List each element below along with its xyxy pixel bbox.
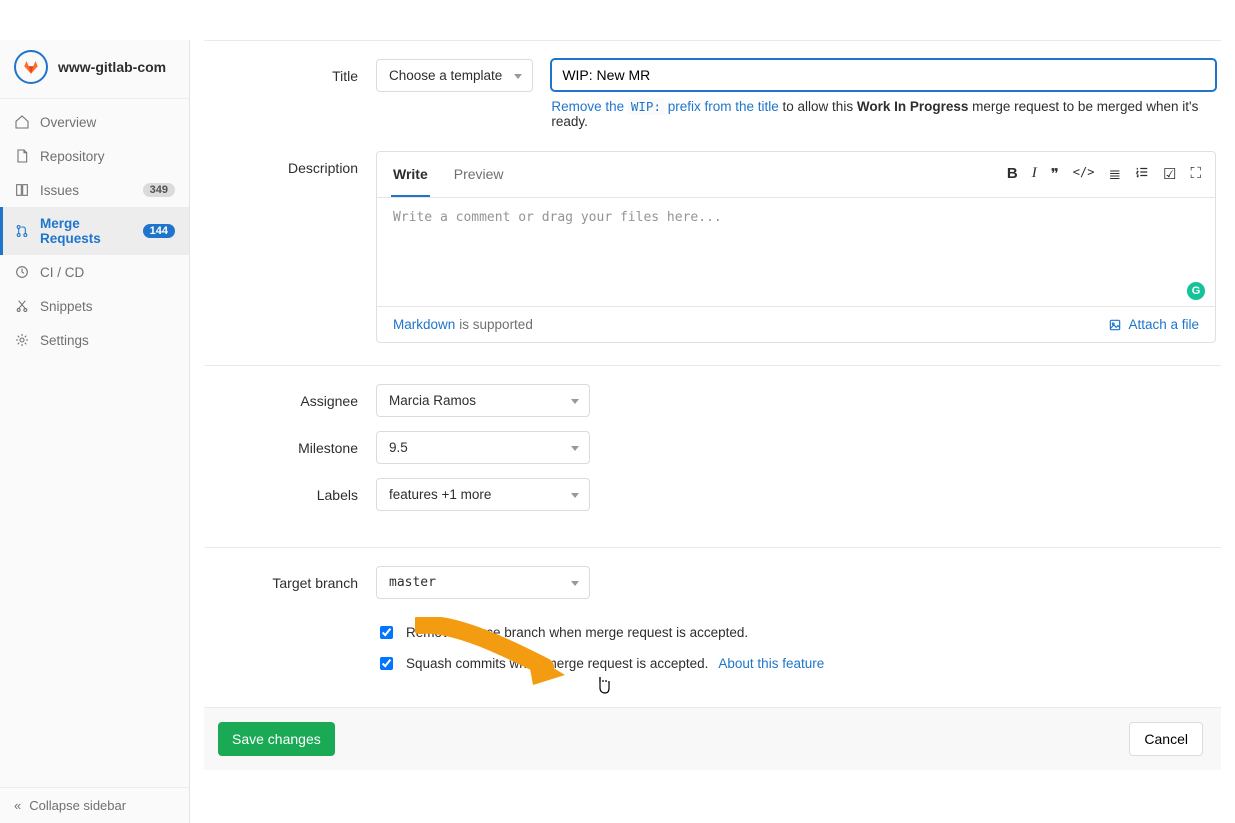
nav-list: Overview Repository Issues 349 Merge Req… [0,99,189,787]
remove-source-branch-label: Remove source branch when merge request … [406,625,748,640]
save-button[interactable]: Save changes [218,722,335,756]
target-branch-select[interactable]: master [376,566,590,599]
editor-toolbar: B I ❞ </> ≣ ☑ ⛶ [1007,165,1201,184]
description-textarea[interactable]: Write a comment or drag your files here.… [377,198,1215,306]
markdown-link[interactable]: Markdown [393,317,455,332]
collapse-sidebar-button[interactable]: « Collapse sidebar [0,787,189,823]
number-list-icon[interactable] [1135,165,1149,184]
nav-label: CI / CD [40,265,175,280]
squash-commits-checkbox[interactable] [380,657,393,670]
sidebar-item-overview[interactable]: Overview [0,105,189,139]
quote-icon[interactable]: ❞ [1051,165,1059,184]
labels-select[interactable]: features +1 more [376,478,590,511]
sidebar-item-merge-requests[interactable]: Merge Requests 144 [0,207,189,255]
snippets-icon [14,298,30,314]
assignee-select[interactable]: Marcia Ramos [376,384,590,417]
template-select[interactable]: Choose a template [376,59,533,92]
merge-request-icon [14,223,30,239]
nav-label: Overview [40,115,175,130]
attach-file-button[interactable]: Attach a file [1108,317,1199,332]
nav-badge: 349 [143,183,175,197]
code-icon[interactable]: </> [1073,165,1095,184]
project-name: www-gitlab-com [58,59,166,75]
wip-hint: Remove the WIP: prefix from the title to… [551,99,1216,129]
sidebar-item-repository[interactable]: Repository [0,139,189,173]
issues-icon [14,182,30,198]
file-icon [14,148,30,164]
nav-label: Issues [40,183,133,198]
cancel-button[interactable]: Cancel [1129,722,1203,756]
action-bar: Save changes Cancel [204,707,1221,770]
sidebar-item-settings[interactable]: Settings [0,323,189,357]
squash-commits-checkbox-row[interactable]: Squash commits when merge request is acc… [376,654,1216,673]
nav-badge: 144 [143,224,175,238]
tab-preview[interactable]: Preview [452,152,506,197]
chevron-left-icon: « [14,798,21,813]
target-branch-label: Target branch [204,566,376,591]
bold-icon[interactable]: B [1007,165,1018,184]
assignee-label: Assignee [204,384,376,409]
tab-write[interactable]: Write [391,152,430,197]
squash-commits-label: Squash commits when merge request is acc… [406,656,708,671]
italic-icon[interactable]: I [1032,165,1037,184]
collapse-label: Collapse sidebar [29,798,126,813]
nav-label: Settings [40,333,175,348]
grammarly-icon[interactable]: G [1187,282,1205,300]
description-editor: Write Preview B I ❞ </> ≣ ☑ ⛶ [376,151,1216,343]
nav-label: Snippets [40,299,175,314]
sidebar-item-cicd[interactable]: CI / CD [0,255,189,289]
nav-label: Repository [40,149,175,164]
title-input[interactable] [551,59,1216,91]
remove-source-branch-checkbox[interactable] [380,626,393,639]
sidebar: www-gitlab-com Overview Repository Issue… [0,40,190,823]
markdown-supported-text: is supported [459,317,533,332]
remove-wip-link[interactable]: Remove the WIP: prefix from the title [551,98,778,115]
template-select-label: Choose a template [389,68,502,83]
description-label: Description [204,151,376,176]
bullet-list-icon[interactable]: ≣ [1108,165,1121,184]
title-label: Title [204,59,376,84]
nav-label: Merge Requests [40,216,133,246]
sidebar-item-issues[interactable]: Issues 349 [0,173,189,207]
labels-label: Labels [204,478,376,503]
main-content: Title Choose a template Remove the WIP: … [190,0,1235,823]
about-feature-link[interactable]: About this feature [718,656,824,671]
gitlab-logo-icon [14,50,48,84]
remove-source-branch-checkbox-row[interactable]: Remove source branch when merge request … [376,623,1216,642]
fullscreen-icon[interactable]: ⛶ [1190,165,1201,184]
milestone-select[interactable]: 9.5 [376,431,590,464]
project-header[interactable]: www-gitlab-com [0,40,189,99]
task-list-icon[interactable]: ☑ [1163,165,1176,184]
milestone-label: Milestone [204,431,376,456]
gear-icon [14,332,30,348]
cicd-icon [14,264,30,280]
home-icon [14,114,30,130]
sidebar-item-snippets[interactable]: Snippets [0,289,189,323]
